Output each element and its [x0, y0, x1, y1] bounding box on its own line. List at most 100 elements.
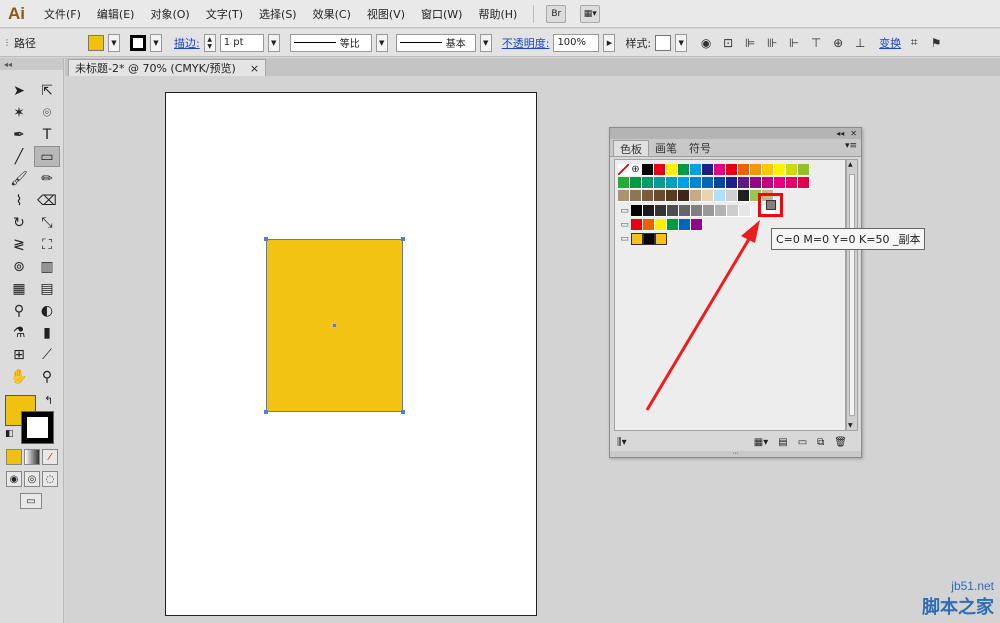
fill-swatch-control[interactable]: [88, 34, 104, 51]
swatch[interactable]: [630, 177, 642, 189]
profile-dropdown[interactable]: ▼: [375, 33, 388, 52]
swatch[interactable]: [666, 190, 678, 202]
close-panel-icon[interactable]: ✕: [850, 129, 857, 138]
variable-width-profile[interactable]: 等比: [289, 33, 372, 52]
swatch[interactable]: [666, 164, 678, 176]
graphic-style-swatch[interactable]: [655, 34, 672, 51]
swatch[interactable]: [655, 219, 667, 231]
swatch[interactable]: [691, 219, 703, 231]
artboard[interactable]: [165, 92, 537, 616]
swatch[interactable]: [690, 164, 702, 176]
color-group-folder-icon[interactable]: ▭: [618, 219, 631, 231]
stroke-link[interactable]: 描边:: [174, 35, 200, 51]
swatch[interactable]: [702, 177, 714, 189]
stroke-weight-stepper[interactable]: ▲ ▼: [203, 33, 216, 52]
slice-tool-icon[interactable]: ⟋: [34, 344, 60, 365]
tab-symbols[interactable]: 符号: [683, 140, 717, 156]
swatch[interactable]: [642, 190, 654, 202]
anchor-point-top-right[interactable]: [401, 237, 405, 241]
stroke-dropdown[interactable]: ▼: [150, 33, 162, 52]
lasso-tool-icon[interactable]: ⌾: [34, 102, 60, 123]
rectangle-tool-icon[interactable]: ▭: [34, 146, 60, 167]
zoom-tool-icon[interactable]: ⚲: [34, 366, 60, 387]
free-transform-tool-icon[interactable]: ⛶: [34, 234, 60, 255]
tools-panel-header[interactable]: ◂◂: [0, 58, 63, 70]
isolate-group-icon[interactable]: ⌗: [905, 34, 923, 52]
paintbrush-tool-icon[interactable]: 🖌: [6, 168, 32, 189]
swatch[interactable]: [631, 205, 643, 217]
draw-behind-icon[interactable]: ◎: [24, 471, 40, 487]
menu-item[interactable]: 文字(T): [198, 6, 251, 22]
brush-dropdown[interactable]: ▼: [479, 33, 492, 52]
delete-swatch-icon[interactable]: 🗑: [834, 437, 847, 448]
blob-brush-tool-icon[interactable]: ⌇: [6, 190, 32, 211]
swatch[interactable]: [798, 177, 810, 189]
swatch[interactable]: [654, 190, 666, 202]
swatch[interactable]: [631, 219, 643, 231]
swatch[interactable]: [643, 233, 655, 245]
stroke-weight-dropdown[interactable]: ▼: [267, 33, 280, 52]
swatch[interactable]: [727, 205, 739, 217]
swatch[interactable]: [714, 190, 726, 202]
swatch[interactable]: [679, 205, 691, 217]
document-tab[interactable]: 未标题-2* @ 70% (CMYK/预览) ×: [68, 59, 267, 76]
swatch[interactable]: [667, 205, 679, 217]
swatch[interactable]: [714, 164, 726, 176]
swatch[interactable]: [690, 190, 702, 202]
anchor-point-bottom-left[interactable]: [264, 410, 268, 414]
swatch[interactable]: [726, 177, 738, 189]
swatch[interactable]: [738, 164, 750, 176]
swatch[interactable]: [702, 164, 714, 176]
color-mode-icon[interactable]: [6, 449, 22, 465]
swatch[interactable]: [762, 164, 774, 176]
scroll-track[interactable]: [849, 174, 855, 416]
swatch[interactable]: [642, 177, 654, 189]
swatch[interactable]: [750, 164, 762, 176]
swatch-libraries-icon[interactable]: ⫼▾: [617, 437, 627, 448]
tab-brushes[interactable]: 画笔: [649, 140, 683, 156]
swatch[interactable]: [631, 233, 643, 245]
swatch[interactable]: [750, 177, 762, 189]
selection-tool-icon[interactable]: ➤: [6, 80, 32, 101]
close-tab-icon[interactable]: ×: [250, 62, 259, 75]
panel-scrollbar[interactable]: ▲ ▼: [846, 159, 858, 431]
collapse-panel-icon[interactable]: ◂◂: [836, 129, 844, 138]
stroke-swatch-control[interactable]: [130, 34, 146, 51]
swatch[interactable]: [774, 177, 786, 189]
color-group-folder-icon[interactable]: ▭: [618, 205, 631, 217]
swatch[interactable]: [703, 205, 715, 217]
color-group-folder-icon[interactable]: ▭: [618, 233, 631, 245]
swatch[interactable]: [690, 177, 702, 189]
draw-inside-icon[interactable]: ◌: [42, 471, 58, 487]
swatch[interactable]: [643, 219, 655, 231]
swatch[interactable]: [630, 190, 642, 202]
direct-selection-tool-icon[interactable]: ⇱: [34, 80, 60, 101]
menu-item[interactable]: 效果(C): [305, 6, 359, 22]
align-center-vertical-icon[interactable]: ⊕: [829, 34, 847, 52]
anchor-point-bottom-right[interactable]: [401, 410, 405, 414]
menu-item[interactable]: 窗口(W): [413, 6, 470, 22]
menu-item[interactable]: 文件(F): [36, 6, 89, 22]
swatch[interactable]: [655, 233, 667, 245]
panel-header[interactable]: ◂◂ ✕: [610, 128, 861, 139]
rotate-tool-icon[interactable]: ↻: [6, 212, 32, 233]
arrange-documents-button[interactable]: ▦▾: [580, 4, 601, 23]
opacity-field[interactable]: 100%: [553, 33, 600, 52]
swatch[interactable]: [618, 190, 630, 202]
new-color-group-icon[interactable]: ▭: [798, 437, 807, 448]
mesh-tool-icon[interactable]: ▦: [6, 278, 32, 299]
menu-item[interactable]: 帮助(H): [470, 6, 525, 22]
swatch[interactable]: [786, 177, 798, 189]
scale-tool-icon[interactable]: ⤡: [34, 212, 60, 233]
recolor-artwork-icon[interactable]: ◉: [697, 34, 715, 52]
anchor-point-top-left[interactable]: [264, 237, 268, 241]
swatch[interactable]: [739, 205, 751, 217]
stroke-weight-field[interactable]: 1 pt: [219, 33, 264, 52]
align-top-icon[interactable]: ⊤: [807, 34, 825, 52]
registration-swatch[interactable]: ⊕: [630, 164, 642, 176]
swatch[interactable]: [678, 177, 690, 189]
swatch[interactable]: [715, 205, 727, 217]
panel-menu-icon[interactable]: ⚑: [927, 34, 945, 52]
panel-options-icon[interactable]: ▾≡: [845, 141, 857, 151]
blend-tool-icon[interactable]: ◐: [34, 300, 60, 321]
